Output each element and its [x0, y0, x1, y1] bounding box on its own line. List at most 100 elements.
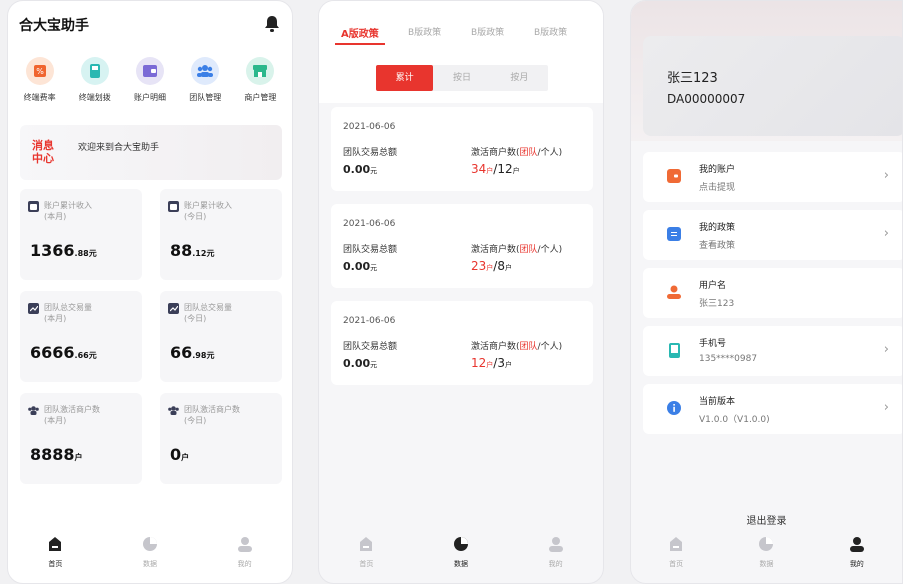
- phone-icon: [667, 342, 681, 358]
- policy-tabs: A版政策 B版政策 B版政策 B版政策: [319, 1, 603, 51]
- tab-label: 首页: [359, 560, 374, 568]
- team-icon: [28, 405, 39, 416]
- stat-period: (本月): [44, 416, 67, 425]
- stat-value: 6666: [30, 343, 75, 362]
- shop-icon: [246, 57, 275, 85]
- stat-card[interactable]: 团队总交易量 (本月) 6666.66元: [20, 291, 142, 382]
- row-title: 当前版本: [699, 397, 736, 407]
- quick-actions: % 终端费率 终端划拨 账户明细 团队管理 商户管理: [12, 57, 288, 103]
- tab-data[interactable]: 数据: [125, 536, 175, 569]
- tab-policy-b[interactable]: B版政策: [534, 25, 567, 38]
- stat-unit: 户: [74, 453, 83, 462]
- segment-monthly[interactable]: 按月: [491, 65, 548, 91]
- row-title: 我的政策: [699, 223, 736, 233]
- user-icon: [237, 537, 252, 552]
- stat-period: (本月): [44, 212, 67, 221]
- active-merchants-value: 12户/3户: [471, 356, 512, 370]
- team-total-label: 团队交易总额: [343, 342, 398, 352]
- row-title: 用户名: [699, 281, 727, 291]
- stat-unit: .88元: [74, 249, 97, 258]
- message-text: 欢迎来到合大宝助手: [78, 143, 160, 153]
- tab-home[interactable]: 首页: [30, 536, 80, 569]
- info-icon: [667, 401, 681, 415]
- row-title: 手机号: [699, 339, 727, 349]
- tab-mine[interactable]: 我的: [531, 536, 581, 569]
- tab-data[interactable]: 数据: [741, 536, 791, 569]
- quick-account-detail[interactable]: 账户明细: [122, 57, 177, 103]
- home-screen: 合大宝助手 % 终端费率 终端划拨 账户明细 团队管理 商户管理 消息中心 欢迎…: [7, 0, 293, 584]
- stat-card[interactable]: 账户累计收入 (今日) 88.12元: [160, 189, 282, 280]
- policy-record-card[interactable]: 2021-06-06 团队交易总额 0.00元 激活商户数(团队/个人) 34户…: [331, 107, 593, 191]
- tab-label: 数据: [759, 560, 774, 568]
- tab-data[interactable]: 数据: [436, 536, 486, 569]
- stat-period: (今日): [184, 416, 207, 425]
- team-icon: [168, 405, 179, 416]
- quick-label: 终端费率: [23, 93, 56, 102]
- stat-card[interactable]: 团队激活商户数 (今日) 0户: [160, 393, 282, 484]
- data-screen: A版政策 B版政策 B版政策 B版政策 累计 按日 按月 2021-06-06 …: [318, 0, 604, 584]
- logout-button[interactable]: 退出登录: [631, 512, 902, 527]
- stat-unit: .12元: [192, 249, 215, 258]
- team-total-value: 0.00元: [343, 163, 378, 176]
- policy-record-card[interactable]: 2021-06-06 团队交易总额 0.00元 激活商户数(团队/个人) 12户…: [331, 301, 593, 385]
- tab-label: 数据: [453, 560, 468, 568]
- row-subtitle: V1.0.0（V1.0.0): [699, 415, 770, 425]
- row-phone[interactable]: 手机号 135****0987 ›: [643, 326, 902, 376]
- row-subtitle: 点击提现: [699, 183, 736, 193]
- quick-merchant-manage[interactable]: 商户管理: [233, 57, 288, 103]
- tab-policy-b[interactable]: B版政策: [408, 25, 441, 38]
- quick-terminal-rate[interactable]: % 终端费率: [12, 57, 67, 103]
- quick-label: 商户管理: [244, 93, 277, 102]
- quick-team-manage[interactable]: 团队管理: [178, 57, 233, 103]
- record-date: 2021-06-06: [343, 316, 396, 326]
- stat-card[interactable]: 账户累计收入 (本月) 1366.88元: [20, 189, 142, 280]
- active-merchants-label: 激活商户数(团队/个人): [471, 148, 563, 158]
- row-version[interactable]: 当前版本 V1.0.0（V1.0.0) ›: [643, 384, 902, 434]
- team-total-label: 团队交易总额: [343, 148, 398, 158]
- pie-chart-icon: [453, 537, 468, 551]
- tab-label: 首页: [48, 560, 63, 568]
- quick-label: 终端划拨: [78, 93, 111, 102]
- message-center-banner[interactable]: 消息中心 欢迎来到合大宝助手: [20, 125, 282, 180]
- tab-mine[interactable]: 我的: [220, 536, 270, 569]
- tab-home[interactable]: 首页: [651, 536, 701, 569]
- chevron-right-icon: ›: [883, 400, 889, 415]
- terminal-icon: [80, 57, 109, 85]
- document-icon: [667, 227, 681, 241]
- home-icon: [670, 537, 683, 551]
- chevron-right-icon: ›: [883, 168, 889, 183]
- record-date: 2021-06-06: [343, 219, 396, 229]
- quick-terminal-transfer[interactable]: 终端划拨: [67, 57, 122, 103]
- profile-card: 张三123 DA00000007: [643, 36, 902, 136]
- percent-icon: %: [25, 57, 54, 85]
- tab-bar: 首页 数据 我的: [319, 536, 603, 569]
- mine-screen: 张三123 DA00000007 我的账户 点击提现 › 我的政策 查看政策 ›…: [630, 0, 903, 584]
- trend-icon: [28, 303, 39, 314]
- wallet-icon: [168, 201, 179, 212]
- home-icon: [360, 537, 373, 551]
- wallet-icon: [667, 169, 681, 183]
- tab-policy-b[interactable]: B版政策: [471, 25, 504, 38]
- tab-bar: 首页 数据 我的: [631, 536, 902, 569]
- stat-card[interactable]: 团队总交易量 (今日) 66.98元: [160, 291, 282, 382]
- stat-value: 8888: [30, 445, 75, 464]
- stat-unit: .66元: [74, 351, 97, 360]
- row-my-policy[interactable]: 我的政策 查看政策 ›: [643, 210, 902, 260]
- bell-icon[interactable]: [264, 15, 280, 33]
- stat-title: 团队激活商户数: [184, 405, 240, 414]
- row-subtitle: 查看政策: [699, 241, 736, 251]
- record-date: 2021-06-06: [343, 122, 396, 132]
- policy-record-card[interactable]: 2021-06-06 团队交易总额 0.00元 激活商户数(团队/个人) 23户…: [331, 204, 593, 288]
- row-my-account[interactable]: 我的账户 点击提现 ›: [643, 152, 902, 202]
- stat-card[interactable]: 团队激活商户数 (本月) 8888户: [20, 393, 142, 484]
- chevron-right-icon: ›: [883, 226, 889, 241]
- tab-bar: 首页 数据 我的: [8, 536, 292, 569]
- row-subtitle: 张三123: [699, 299, 735, 309]
- segment-cumulative[interactable]: 累计: [376, 65, 434, 91]
- tab-policy-a[interactable]: A版政策: [335, 25, 385, 45]
- tab-mine[interactable]: 我的: [832, 536, 882, 569]
- segment-daily[interactable]: 按日: [433, 65, 490, 91]
- pie-chart-icon: [759, 537, 774, 551]
- team-total-label: 团队交易总额: [343, 245, 398, 255]
- tab-home[interactable]: 首页: [341, 536, 391, 569]
